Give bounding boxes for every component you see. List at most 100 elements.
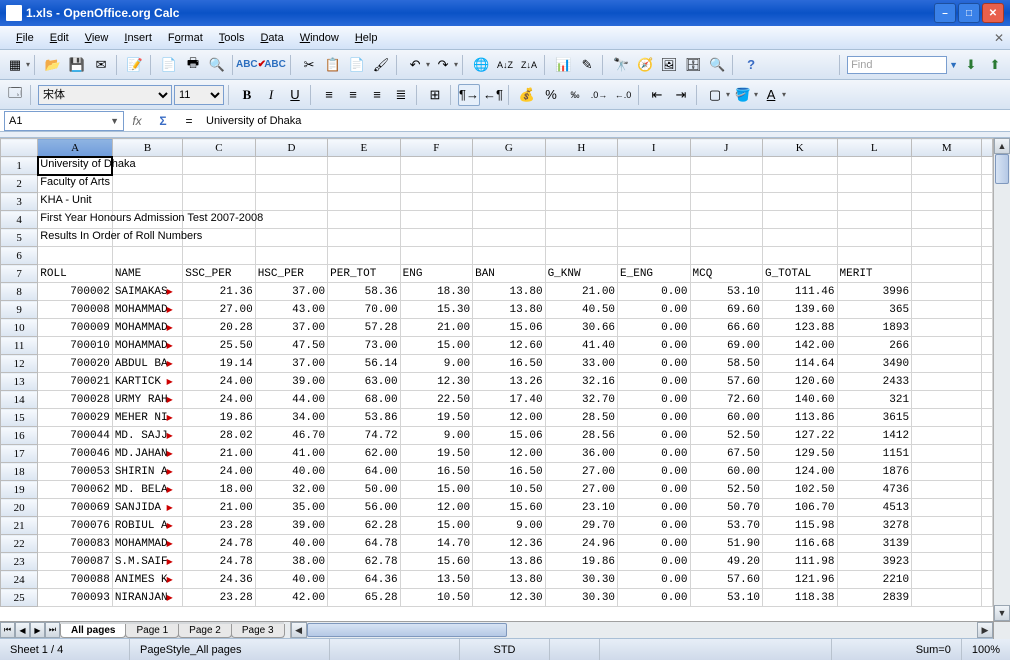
cell[interactable]	[982, 445, 993, 463]
cell[interactable]: University of Dhaka	[38, 157, 113, 175]
sort-asc-icon[interactable]: A↓Z	[494, 54, 516, 76]
save-icon[interactable]: 💾	[66, 54, 88, 76]
cell[interactable]: 0.00	[618, 301, 690, 319]
cell[interactable]: G_TOTAL	[762, 265, 837, 283]
cell[interactable]: 700093	[38, 589, 113, 607]
cell[interactable]: 15.06	[473, 427, 545, 445]
row-header[interactable]: 5	[1, 229, 38, 247]
cell[interactable]: ANIMES K▶	[112, 571, 182, 589]
cell[interactable]: 42.00	[255, 589, 327, 607]
cell[interactable]: 32.70	[545, 391, 617, 409]
dec-indent-icon[interactable]: ⇤	[646, 84, 668, 106]
cell[interactable]: 40.50	[545, 301, 617, 319]
align-left-icon[interactable]: ≡	[318, 84, 340, 106]
cell[interactable]	[982, 193, 993, 211]
zoom-icon[interactable]: 🔍	[706, 54, 728, 76]
cell[interactable]	[328, 193, 400, 211]
borders-icon[interactable]: ▢	[704, 84, 726, 106]
cell[interactable]: KHA - Unit	[38, 193, 113, 211]
font-color-icon[interactable]: A	[760, 84, 782, 106]
cell[interactable]: 29.70	[545, 517, 617, 535]
cell[interactable]: ABDUL BA▶	[112, 355, 182, 373]
cell[interactable]: ENG	[400, 265, 472, 283]
cell[interactable]	[255, 211, 327, 229]
cell[interactable]: 21.36	[183, 283, 255, 301]
cell[interactable]	[762, 211, 837, 229]
cell[interactable]: 139.60	[762, 301, 837, 319]
cell[interactable]	[473, 193, 545, 211]
col-header-I[interactable]: I	[618, 139, 690, 157]
cell[interactable]	[837, 247, 912, 265]
cell[interactable]	[837, 229, 912, 247]
vertical-scrollbar[interactable]: ▲ ▼	[993, 138, 1010, 621]
cell[interactable]: ROLL	[38, 265, 113, 283]
cell[interactable]: 53.70	[690, 517, 762, 535]
cell[interactable]: 72.60	[690, 391, 762, 409]
cell[interactable]	[473, 229, 545, 247]
cell[interactable]: 3278	[837, 517, 912, 535]
cell[interactable]: 700053	[38, 463, 113, 481]
cell[interactable]: SHIRIN A▶	[112, 463, 182, 481]
standard-fmt-icon[interactable]: ‰	[564, 84, 586, 106]
cell[interactable]	[982, 283, 993, 301]
cell[interactable]	[912, 409, 982, 427]
cell[interactable]: 15.00	[400, 481, 472, 499]
menu-window[interactable]: Window	[292, 30, 347, 46]
cell[interactable]	[762, 193, 837, 211]
cell[interactable]: MCQ	[690, 265, 762, 283]
scroll-right-icon[interactable]: ▶	[977, 622, 993, 638]
cell[interactable]: 15.60	[400, 553, 472, 571]
cell[interactable]: 64.36	[328, 571, 400, 589]
tab-first-icon[interactable]: ⏮	[0, 622, 15, 638]
cell[interactable]: 700009	[38, 319, 113, 337]
cell[interactable]	[912, 571, 982, 589]
cell[interactable]: 52.50	[690, 427, 762, 445]
cell[interactable]: NIRANJAN▶	[112, 589, 182, 607]
cell[interactable]: 18.00	[183, 481, 255, 499]
cell[interactable]	[982, 211, 993, 229]
cell[interactable]: 58.50	[690, 355, 762, 373]
cell[interactable]	[982, 535, 993, 553]
cell[interactable]	[762, 175, 837, 193]
print-icon[interactable]: 🖶	[182, 54, 204, 76]
cell[interactable]	[982, 157, 993, 175]
cell[interactable]	[912, 355, 982, 373]
cell[interactable]: 15.00	[400, 337, 472, 355]
cell[interactable]: 3490	[837, 355, 912, 373]
cell[interactable]: 32.00	[255, 481, 327, 499]
menu-edit[interactable]: Edit	[42, 30, 77, 46]
cell[interactable]: G_KNW	[545, 265, 617, 283]
cell[interactable]: 24.00	[183, 373, 255, 391]
col-header-E[interactable]: E	[328, 139, 400, 157]
undo-icon[interactable]: ↶	[404, 54, 426, 76]
cell[interactable]	[400, 229, 472, 247]
cell[interactable]: ROBIUL A▶	[112, 517, 182, 535]
cell[interactable]	[912, 283, 982, 301]
cell[interactable]	[982, 247, 993, 265]
cell[interactable]	[183, 247, 255, 265]
scroll-down-icon[interactable]: ▼	[994, 605, 1010, 621]
cell[interactable]: 140.60	[762, 391, 837, 409]
font-name-select[interactable]: 宋体	[38, 85, 172, 105]
spreadsheet-grid[interactable]: A B C D E F G H I J K L M 1University of…	[0, 138, 993, 607]
cell[interactable]: 62.28	[328, 517, 400, 535]
cell[interactable]: 60.00	[690, 409, 762, 427]
cell[interactable]: 0.00	[618, 409, 690, 427]
row-header[interactable]: 15	[1, 409, 38, 427]
cell[interactable]	[545, 229, 617, 247]
cell[interactable]	[912, 481, 982, 499]
cell[interactable]: 13.80	[473, 301, 545, 319]
cell[interactable]: 17.40	[473, 391, 545, 409]
cell[interactable]: 15.06	[473, 319, 545, 337]
cell[interactable]: 39.00	[255, 517, 327, 535]
cell[interactable]: 58.36	[328, 283, 400, 301]
cell[interactable]: 52.50	[690, 481, 762, 499]
cell[interactable]: 69.60	[690, 301, 762, 319]
cell[interactable]: 124.00	[762, 463, 837, 481]
cell[interactable]: 30.30	[545, 571, 617, 589]
row-header[interactable]: 1	[1, 157, 38, 175]
cell[interactable]: 57.60	[690, 373, 762, 391]
cell[interactable]: 41.40	[545, 337, 617, 355]
cell[interactable]	[982, 571, 993, 589]
cell[interactable]: 74.72	[328, 427, 400, 445]
